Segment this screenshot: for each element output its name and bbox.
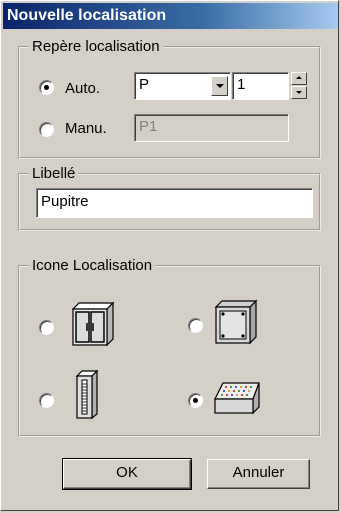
cabinet-icon[interactable] bbox=[67, 301, 117, 347]
icon-option-box-radio[interactable] bbox=[188, 318, 203, 333]
window-title: Nouvelle localisation bbox=[3, 3, 338, 29]
icon-option-cabinet-radio[interactable] bbox=[39, 320, 54, 335]
icone-legend: Icone Localisation bbox=[32, 257, 153, 274]
icone-group: Icone Localisation bbox=[18, 257, 321, 437]
manu-radio[interactable] bbox=[39, 122, 54, 137]
libelle-legend: Libellé bbox=[32, 165, 76, 182]
auto-radio-dot bbox=[44, 85, 49, 90]
libelle-input[interactable]: Pupitre bbox=[36, 188, 313, 218]
ok-button[interactable]: OK bbox=[62, 458, 192, 490]
desk-console-radio-dot bbox=[193, 398, 198, 403]
rack-icon[interactable] bbox=[73, 370, 103, 420]
spin-down-button[interactable] bbox=[291, 86, 307, 99]
number-field-value: 1 bbox=[237, 76, 246, 93]
auto-radio[interactable] bbox=[39, 80, 54, 95]
dialog-window: Nouvelle localisation Repère localisatio… bbox=[0, 0, 339, 511]
repere-legend: Repère localisation bbox=[32, 38, 160, 55]
number-field[interactable]: 1 bbox=[232, 72, 289, 100]
libelle-input-value: Pupitre bbox=[41, 193, 89, 210]
manual-field-value: P1 bbox=[139, 118, 158, 135]
desk-console-icon[interactable] bbox=[209, 377, 265, 417]
icon-option-rack-radio[interactable] bbox=[39, 393, 54, 408]
cancel-button[interactable]: Annuler bbox=[207, 459, 310, 489]
spin-up-button[interactable] bbox=[291, 72, 307, 85]
chevron-down-icon bbox=[216, 84, 224, 88]
manual-field: P1 bbox=[134, 114, 289, 142]
prefix-combo-value: P bbox=[139, 76, 150, 93]
arrow-up-icon bbox=[296, 76, 302, 79]
arrow-down-icon bbox=[296, 91, 302, 94]
box-icon[interactable] bbox=[212, 297, 262, 347]
manu-label[interactable]: Manu. bbox=[65, 120, 107, 137]
icon-option-desk-console-radio[interactable] bbox=[188, 393, 203, 408]
auto-label[interactable]: Auto. bbox=[65, 80, 100, 97]
prefix-dropdown-button[interactable] bbox=[211, 76, 228, 96]
